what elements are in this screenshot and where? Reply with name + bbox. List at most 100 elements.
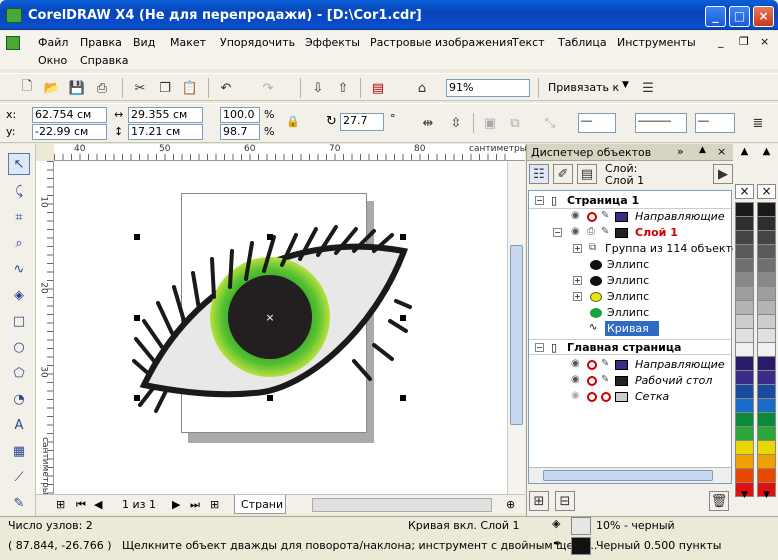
palette-down-icon[interactable]: ▼ — [735, 490, 754, 502]
tree-row-ellipse[interactable]: + Эллипс — [529, 289, 731, 305]
palette-swatch[interactable] — [757, 440, 776, 455]
tree-row-group[interactable]: + ⧉ Группа из 114 объектов — [529, 241, 745, 257]
close-docker-icon[interactable]: × — [717, 145, 726, 158]
application-launcher-icon[interactable]: ▤ — [368, 78, 388, 98]
menu-layout[interactable]: Макет — [170, 36, 206, 49]
palette-swatch[interactable] — [735, 258, 754, 273]
menu-edit[interactable]: Правка — [80, 36, 122, 49]
show-properties-icon[interactable]: ☷ — [529, 164, 549, 184]
palette-swatch[interactable] — [735, 342, 754, 357]
basic-shapes-icon[interactable]: ◔ — [8, 388, 30, 410]
tree-row-curve[interactable]: ∿ Кривая — [529, 321, 731, 337]
menu-tools[interactable]: Инструменты — [617, 36, 696, 49]
collapse-docker-icon[interactable]: ▲ — [699, 145, 706, 155]
save-icon[interactable]: 💾 — [67, 78, 87, 98]
palette-swatch[interactable] — [757, 370, 776, 385]
eyedropper-icon[interactable]: ✎ — [8, 492, 30, 514]
no-color-swatch[interactable]: × — [757, 184, 776, 199]
eye-icon[interactable]: ◉ — [571, 226, 580, 237]
palette-swatch[interactable] — [757, 342, 776, 357]
eye-drawing[interactable]: × — [54, 161, 507, 494]
palette-swatch[interactable] — [735, 468, 754, 483]
palette-swatch[interactable] — [735, 356, 754, 371]
page-tab[interactable]: Страни — [234, 495, 286, 514]
palette-swatch[interactable] — [757, 216, 776, 231]
doc-minimize-icon[interactable]: _ — [718, 35, 724, 48]
undo-icon[interactable]: ↶ — [216, 78, 236, 98]
end-arrow-select[interactable]: ― — [695, 113, 735, 133]
palette-swatch[interactable] — [735, 286, 754, 301]
tree-row-guides[interactable]: ◉ ✎ Направляющие — [529, 209, 731, 225]
menu-arrange[interactable]: Упорядочить — [220, 36, 295, 49]
palette-swatch[interactable] — [735, 454, 754, 469]
freehand-tool-icon[interactable]: ∿ — [8, 258, 30, 280]
menu-window[interactable]: Окно — [38, 54, 67, 67]
scroll-thumb[interactable] — [510, 245, 523, 425]
mirror-horizontal-icon[interactable]: ⇹ — [418, 113, 438, 133]
palette-swatch[interactable] — [735, 328, 754, 343]
print-disabled-icon[interactable] — [587, 212, 597, 222]
palette-down-icon[interactable]: ▼ — [757, 490, 776, 502]
new-layer-icon[interactable]: ⊞ — [529, 491, 549, 511]
menu-table[interactable]: Таблица — [558, 36, 607, 49]
palette-swatch[interactable] — [735, 314, 754, 329]
menu-view[interactable]: Вид — [133, 36, 155, 49]
minimize-button[interactable]: _ — [705, 6, 726, 27]
snap-to-dropdown[interactable]: Привязать к — [548, 81, 619, 94]
eye-icon[interactable]: ◉ — [571, 210, 580, 221]
scale-y-field[interactable]: 98.7 — [220, 124, 260, 140]
prev-page-icon[interactable]: ◀ — [94, 498, 102, 511]
tree-row-page1[interactable]: − ▯ Страница 1 — [529, 193, 731, 209]
horizontal-scrollbar[interactable] — [312, 498, 492, 512]
print-icon[interactable]: ⎙ — [92, 78, 112, 98]
mirror-vertical-icon[interactable]: ⇳ — [446, 113, 466, 133]
eye-icon[interactable]: ◉ — [571, 374, 580, 385]
width-field[interactable]: 29.355 см — [128, 107, 203, 123]
last-page-icon[interactable]: ⏭ — [190, 498, 200, 512]
lock-ratio-icon[interactable]: 🔒 — [286, 115, 300, 128]
layer-color-swatch[interactable] — [615, 376, 628, 386]
palette-swatch[interactable] — [757, 398, 776, 413]
ungroup-icon[interactable]: ⧉ — [505, 113, 525, 133]
tree-row-master-page[interactable]: − ▯ Главная страница — [529, 339, 731, 355]
ellipse-tool-icon[interactable]: ○ — [8, 336, 30, 358]
palette-swatch[interactable] — [757, 286, 776, 301]
palette-swatch[interactable] — [735, 300, 754, 315]
export-icon[interactable]: ⇧ — [333, 78, 353, 98]
maximize-button[interactable]: □ — [729, 6, 750, 27]
next-page-icon[interactable]: ▶ — [172, 498, 180, 511]
group-icon[interactable]: ▣ — [480, 113, 500, 133]
printer-icon[interactable]: ⎙ — [587, 226, 595, 237]
dimension-tool-icon[interactable]: ⟋ — [8, 466, 30, 488]
palette-swatch[interactable] — [735, 244, 754, 259]
palette-swatch[interactable] — [757, 230, 776, 245]
open-icon[interactable]: 📂 — [42, 78, 62, 98]
palette-swatch[interactable] — [757, 258, 776, 273]
first-page-icon[interactable]: ⏮ — [76, 498, 86, 512]
palette-swatch[interactable] — [757, 202, 776, 217]
palette-swatch[interactable] — [757, 300, 776, 315]
x-position-field[interactable]: 62.754 см — [32, 107, 107, 123]
edit-across-layers-icon[interactable]: ✐ — [553, 164, 573, 184]
doc-close-icon[interactable]: × — [760, 35, 769, 48]
delete-layer-icon[interactable]: 🗑 — [709, 491, 729, 511]
menu-file[interactable]: Файл — [38, 36, 68, 49]
pencil-icon[interactable]: ✎ — [601, 226, 609, 237]
welcome-screen-icon[interactable]: ⌂ — [412, 78, 432, 98]
palette-swatch[interactable] — [735, 370, 754, 385]
palette-swatch[interactable] — [735, 426, 754, 441]
y-position-field[interactable]: -22.99 см — [32, 124, 107, 140]
expand-docker-icon[interactable]: » — [677, 145, 684, 158]
layer-color-swatch[interactable] — [615, 212, 628, 222]
palette-swatch[interactable] — [757, 328, 776, 343]
height-field[interactable]: 17.21 см — [128, 124, 203, 140]
rotation-angle-field[interactable]: 27.7 — [340, 113, 384, 131]
new-icon[interactable]: 🗋 — [17, 78, 37, 98]
tree-row-ellipse[interactable]: Эллипс — [529, 305, 731, 321]
add-page-after-icon[interactable]: ⊞ — [210, 498, 219, 511]
zoom-select[interactable]: 91% — [446, 79, 530, 97]
palette-swatch[interactable] — [735, 230, 754, 245]
palette-swatch[interactable] — [757, 244, 776, 259]
zoom-tool-icon[interactable]: ⌕ — [8, 232, 30, 254]
layer-color-swatch[interactable] — [615, 360, 628, 370]
